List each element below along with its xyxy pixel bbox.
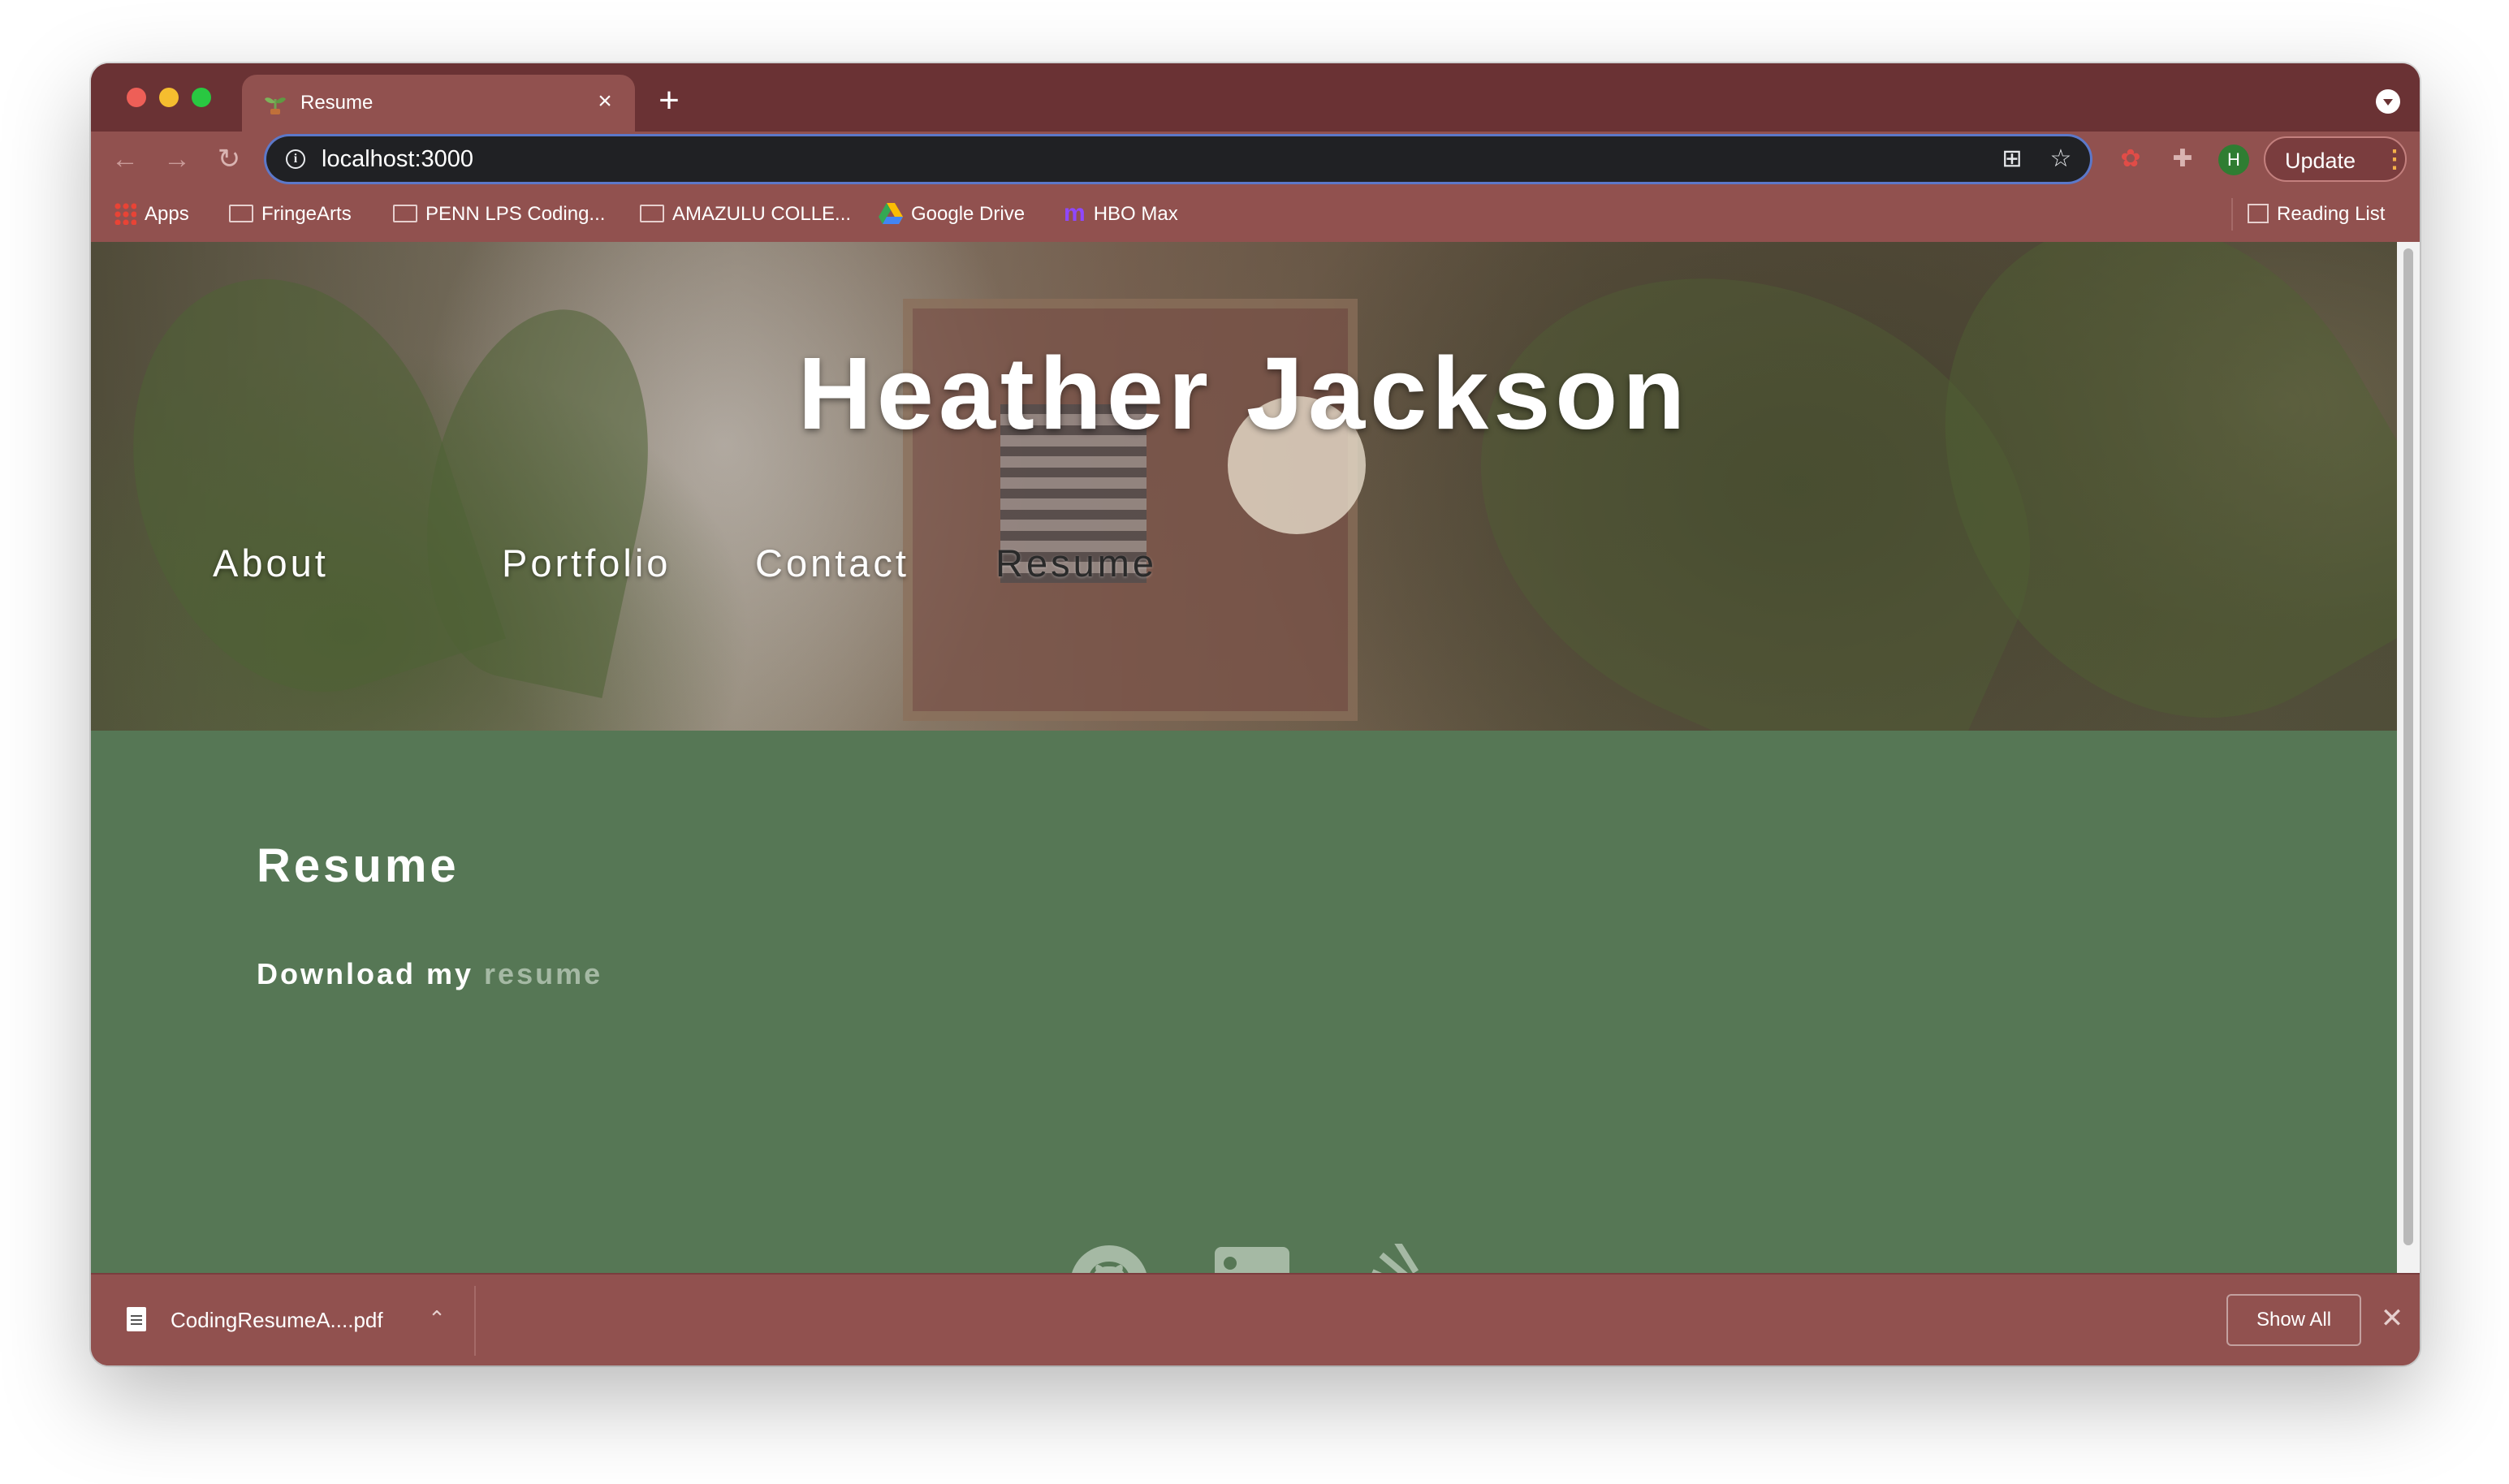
pdf-file-icon [127, 1307, 146, 1331]
profile-avatar[interactable]: H [2218, 145, 2249, 175]
shelf-divider [474, 1286, 476, 1356]
reload-button[interactable]: ↻ [213, 143, 245, 175]
bookmark-star-icon[interactable]: ☆ [2048, 146, 2074, 172]
bookmark-google-drive[interactable]: Google Drive [879, 201, 1025, 227]
browser-window: Resume × + ← → ↻ i localhost:3000 ⊞ ☆ ✿ … [91, 63, 2420, 1365]
nav-resume[interactable]: Resume [995, 539, 1157, 588]
hero-banner: Heather Jackson About Portfolio Contact … [91, 242, 2397, 731]
hbo-max-icon: m [1064, 199, 1086, 226]
back-button[interactable]: ← [109, 143, 141, 175]
linkedin-icon[interactable] [1211, 1244, 1293, 1273]
reading-list-button[interactable]: Reading List [2248, 201, 2385, 227]
update-button[interactable]: Update ⋮ [2264, 136, 2407, 182]
forward-button[interactable]: → [161, 143, 193, 175]
close-window-button[interactable] [127, 88, 146, 107]
bookmark-label: FringeArts [261, 203, 352, 225]
bookmark-apps[interactable]: Apps [114, 201, 189, 227]
zoom-window-button[interactable] [192, 88, 211, 107]
nav-contact[interactable]: Contact [755, 539, 909, 588]
folder-icon [393, 204, 417, 222]
reading-list-label: Reading List [2277, 203, 2386, 225]
folder-icon [229, 204, 253, 222]
new-tab-button[interactable]: + [653, 83, 685, 119]
show-all-button[interactable]: Show All [2226, 1294, 2361, 1346]
apps-grid-icon [114, 201, 136, 225]
nav-portfolio[interactable]: Portfolio [502, 539, 671, 588]
more-menu-icon[interactable]: ⋮ [2382, 146, 2407, 174]
tab-resume[interactable]: Resume × [242, 75, 635, 132]
download-file-name[interactable]: CodingResumeA....pdf [171, 1307, 383, 1333]
bookmark-penn-lps[interactable]: PENN LPS Coding... [393, 201, 605, 227]
page-viewport: Heather Jackson About Portfolio Contact … [91, 242, 2420, 1273]
extensions-puzzle-icon[interactable]: ✚ [2166, 143, 2199, 175]
bookmarks-bar: Apps FringeArts PENN LPS Coding... AMAZU… [91, 187, 2420, 242]
bookmark-label: PENN LPS Coding... [425, 203, 606, 225]
bookmark-fringearts[interactable]: FringeArts [229, 201, 352, 227]
tab-close-icon[interactable]: × [593, 89, 617, 114]
minimize-window-button[interactable] [159, 88, 179, 107]
bookmark-hbo-max[interactable]: m HBO Max [1064, 199, 1178, 227]
extension-icon[interactable]: ✿ [2114, 143, 2147, 175]
update-label: Update [2285, 149, 2356, 173]
bookmark-label: AMAZULU COLLE... [672, 203, 852, 225]
resume-download-link[interactable]: resume [484, 957, 602, 990]
download-prefix: Download my [257, 957, 474, 990]
scrollbar-thumb[interactable] [2403, 248, 2413, 1245]
download-shelf: CodingResumeA....pdf ⌃ Show All ✕ [91, 1273, 2420, 1365]
tab-title: Resume [300, 92, 374, 114]
url-text[interactable]: localhost:3000 [322, 146, 473, 172]
site-title: Heather Jackson [797, 336, 1691, 451]
site-info-icon[interactable]: i [286, 149, 305, 169]
reading-list-icon [2248, 203, 2269, 223]
qr-code-icon[interactable]: ⊞ [1999, 146, 2025, 172]
bookmark-label: HBO Max [1093, 203, 1178, 225]
plant-favicon-icon [265, 97, 286, 114]
nav-about[interactable]: About [213, 539, 329, 588]
chevron-up-icon[interactable]: ⌃ [424, 1305, 450, 1331]
address-bar[interactable]: i localhost:3000 ⊞ ☆ [266, 136, 2090, 182]
tab-strip: Resume × + [91, 63, 2420, 132]
folder-icon [640, 204, 664, 222]
page-scrollbar[interactable] [2397, 242, 2420, 1273]
close-icon[interactable]: ✕ [2377, 1304, 2407, 1333]
section-title: Resume [257, 839, 460, 892]
download-text: Download my resume [257, 956, 602, 992]
github-icon[interactable] [1069, 1244, 1150, 1273]
browser-toolbar: ← → ↻ i localhost:3000 ⊞ ☆ ✿ ✚ H Update … [91, 132, 2420, 187]
stackoverflow-icon[interactable] [1348, 1244, 1429, 1273]
bookmarks-divider [2231, 198, 2233, 231]
tab-search-button[interactable] [2376, 89, 2400, 114]
bookmark-label: Google Drive [911, 203, 1026, 225]
bookmark-amazulu[interactable]: AMAZULU COLLE... [640, 201, 851, 227]
google-drive-icon [879, 202, 903, 224]
bookmark-label: Apps [145, 203, 189, 225]
